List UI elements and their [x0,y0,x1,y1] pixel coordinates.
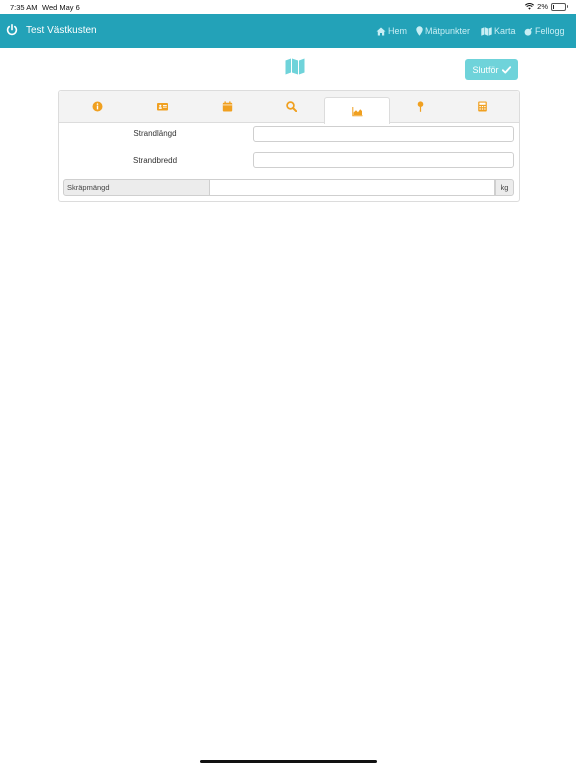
tab-bar [59,91,519,124]
nav-map[interactable]: Karta [481,26,516,36]
beach-length-input[interactable] [253,126,514,142]
id-card-icon [156,103,168,111]
nav-measure-points[interactable]: Mätpunkter [416,26,470,36]
battery-icon [551,2,568,11]
nav-home[interactable]: Hem [376,26,407,36]
nav-error-log[interactable]: Fellogg [524,26,565,36]
check-icon [501,65,511,73]
info-circle-icon [92,101,102,112]
status-right: 2% [525,2,568,11]
tab-map-pin[interactable] [388,91,452,122]
map-marker-icon [416,26,423,36]
nav-map-label: Karta [494,26,516,36]
tab-id-card[interactable] [130,91,194,122]
area-chart-icon [351,106,362,116]
tab-search[interactable] [259,91,323,122]
navbar: Test Västkusten Hem Mätpunkter Karta Fel… [0,14,576,48]
map-icon[interactable] [285,58,305,75]
nav-home-label: Hem [388,26,408,36]
tab-calendar[interactable] [195,91,259,122]
home-icon [376,27,386,35]
form-card: Strandlängd Strandbredd Skräpmängd kg [58,90,520,202]
search-icon [285,101,297,112]
wifi-icon [525,3,535,10]
finish-button-label: Slutför [472,64,499,75]
litter-amount-unit: kg [495,179,514,196]
finish-button[interactable]: Slutför [465,59,518,80]
tab-info[interactable] [65,91,129,122]
beach-width-label: Strandbredd [132,156,178,165]
battery-percent: 2% [537,2,548,11]
home-indicator [200,760,377,763]
calculator-icon [477,101,487,112]
tab-area-chart[interactable] [324,97,390,124]
map-pin-icon [417,101,423,112]
litter-amount-label: Skräpmängd [63,179,210,196]
bomb-icon [524,27,533,36]
nav-measure-points-label: Mätpunkter [425,26,471,36]
status-date: Wed May 6 [42,3,80,12]
beach-length-label: Strandlängd [133,129,177,138]
map-icon [481,26,492,36]
power-icon[interactable] [6,24,18,36]
app-title: Test Västkusten [26,25,97,36]
status-time: 7:35 AM [10,3,38,12]
calendar-icon [222,101,232,112]
litter-amount-input[interactable] [210,179,495,196]
status-bar: 7:35 AM Wed May 6 2% [0,0,576,14]
tab-calculator[interactable] [450,91,514,122]
nav-error-log-label: Fellogg [535,26,565,36]
beach-width-input[interactable] [253,152,514,168]
